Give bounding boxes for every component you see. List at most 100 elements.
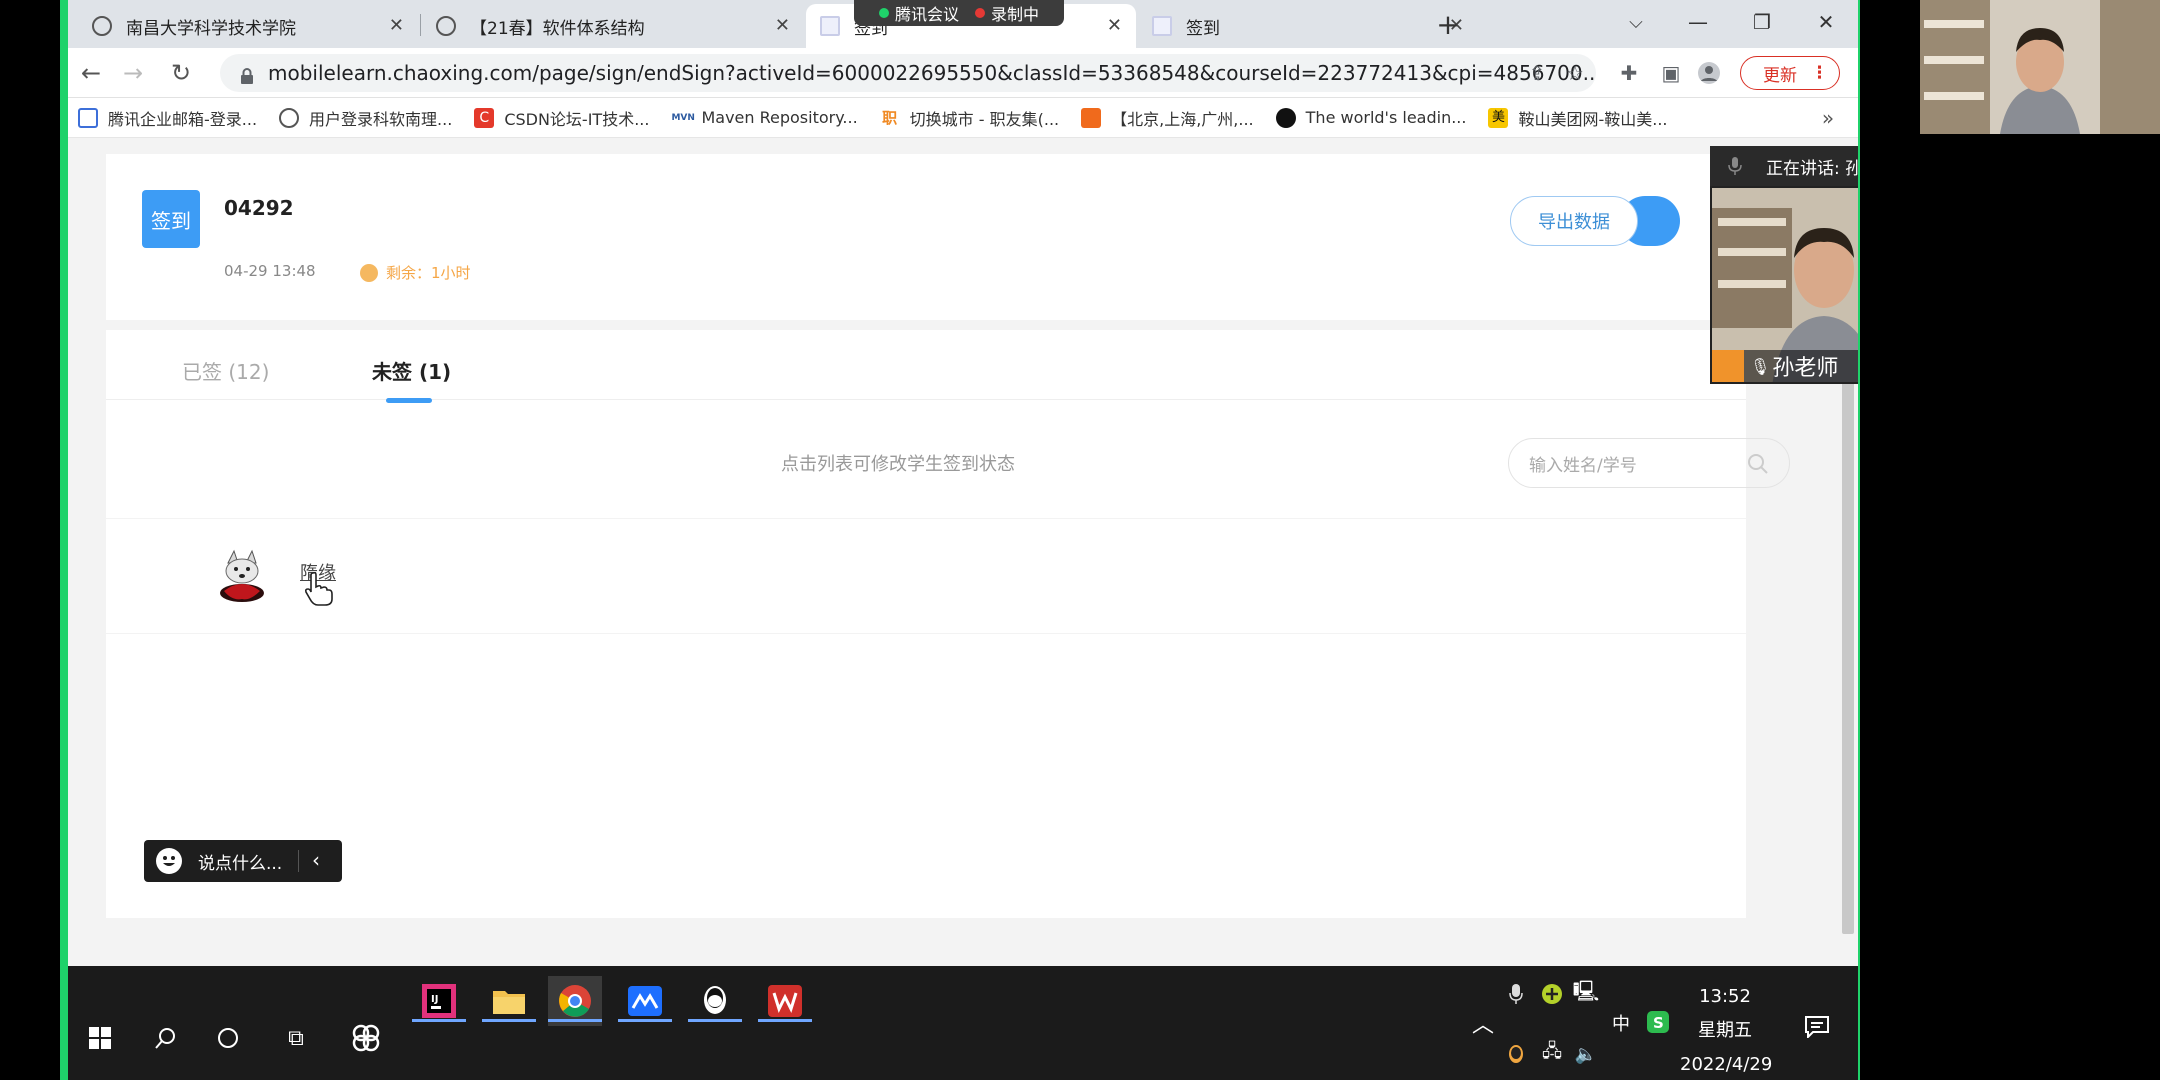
svg-text:S: S bbox=[1653, 1014, 1664, 1032]
speaking-label: 正在讲话: 孙老师; bbox=[1766, 158, 1858, 179]
window-controls: — ❐ ✕ bbox=[1666, 0, 1858, 44]
remaining-time: 剩余：1小时 bbox=[360, 262, 471, 283]
bookmark-item[interactable]: 【北京,上海,广州,... bbox=[1081, 106, 1254, 130]
bookmark-item[interactable]: 腾讯企业邮箱-登录... bbox=[78, 106, 257, 130]
address-bar[interactable]: mobilelearn.chaoxing.com/page/sign/endSi… bbox=[220, 54, 1596, 92]
meeting-app-label: 腾讯会议 bbox=[894, 5, 959, 24]
search-input[interactable]: 输入姓名/学号 bbox=[1508, 438, 1790, 488]
network-tray-icon[interactable]: 🖧 bbox=[1538, 1040, 1566, 1068]
participant-video[interactable]: 🎙 孙老师 bbox=[1710, 186, 1858, 384]
bookmark-label: 【北京,上海,广州,... bbox=[1111, 109, 1254, 129]
maven-icon: MVN bbox=[671, 112, 695, 123]
task-view-icon[interactable]: ⧉ bbox=[276, 1018, 316, 1058]
list-hint: 点击列表可修改学生签到状态 bbox=[781, 454, 1015, 475]
page-icon bbox=[1152, 16, 1172, 36]
share-icon[interactable]: ⇪ bbox=[1524, 60, 1550, 86]
notification-icon[interactable] bbox=[1800, 1010, 1834, 1044]
search-placeholder: 输入姓名/学号 bbox=[1529, 455, 1637, 476]
bookmark-item[interactable]: C CSDN论坛-IT技术... bbox=[474, 106, 649, 130]
mic-tray-icon[interactable] bbox=[1502, 980, 1530, 1008]
bookmark-item[interactable]: 职切换城市 - 职友集(... bbox=[880, 106, 1059, 130]
tab-nanchang[interactable]: 南昌大学科学技术学院 ✕ bbox=[78, 4, 418, 48]
profile-icon[interactable] bbox=[1696, 60, 1722, 86]
tray-expand-icon[interactable]: ︿ bbox=[1468, 1008, 1498, 1038]
sogou-icon[interactable]: S bbox=[1644, 1008, 1672, 1036]
taskbar: ⧉ IJ 🖳 ︿ 中 S 🖧 🔈 13:52 星期五 2022/4/29 bbox=[68, 966, 1858, 1080]
search-icon[interactable] bbox=[1747, 453, 1769, 475]
meituan-icon: 美 bbox=[1488, 107, 1509, 128]
mail-icon bbox=[78, 107, 98, 128]
update-button[interactable]: 更新 ⋮ bbox=[1740, 56, 1840, 90]
tab-unsigned[interactable]: 未签 (1) bbox=[372, 356, 451, 385]
sign-header-card bbox=[106, 154, 1746, 320]
tab-signed[interactable]: 已签 (12) bbox=[182, 356, 269, 385]
running-indicator bbox=[482, 1019, 536, 1022]
minimize-icon[interactable]: — bbox=[1666, 0, 1730, 44]
sign-time: 04-29 13:48 bbox=[224, 262, 316, 280]
meeting-indicator[interactable]: 腾讯会议 录制中 bbox=[854, 0, 1064, 26]
sidepanel-icon[interactable]: ▣ bbox=[1658, 60, 1684, 86]
reload-icon[interactable]: ↻ bbox=[166, 58, 196, 88]
close-icon[interactable]: ✕ bbox=[775, 15, 790, 36]
bookmark-label: 腾讯企业邮箱-登录... bbox=[108, 109, 258, 129]
chat-placeholder: 说点什么... bbox=[198, 853, 283, 874]
sign-badge: 签到 bbox=[142, 190, 200, 248]
screen: { "browser": { "tabs": [ {"title": "南昌大学… bbox=[0, 0, 2160, 1080]
sign-status-tabs: 已签 (12) 未签 (1) bbox=[106, 330, 1746, 403]
bookmark-item[interactable]: MVN Maven Repository... bbox=[671, 108, 857, 128]
more-bookmarks-icon[interactable]: » bbox=[1816, 106, 1840, 130]
more-menu-icon: ⋮ bbox=[1811, 63, 1828, 83]
display-tray-icon[interactable]: 🖳 bbox=[1572, 979, 1600, 1008]
search-icon[interactable] bbox=[146, 1018, 186, 1058]
lock-icon bbox=[240, 65, 254, 84]
emoji-icon[interactable] bbox=[156, 848, 182, 874]
tab-title: 签到 bbox=[1186, 18, 1220, 39]
bookmark-label: CSDN论坛-IT技术... bbox=[504, 109, 650, 129]
csdn-icon: C bbox=[474, 107, 495, 128]
tab-software-arch[interactable]: 【21春】软件体系结构 ✕ bbox=[422, 4, 804, 48]
bookmark-item[interactable]: 美鞍山美团网-鞍山美... bbox=[1488, 106, 1668, 130]
close-icon[interactable]: ✕ bbox=[389, 15, 404, 36]
windows-start-icon[interactable] bbox=[80, 1018, 120, 1058]
tab-search-chevron-icon[interactable]: ⌵ bbox=[1620, 6, 1652, 38]
bookmark-label: Maven Repository... bbox=[701, 108, 858, 127]
forward-icon[interactable]: → bbox=[118, 58, 148, 88]
system-clock[interactable]: 13:52 星期五 2022/4/29 bbox=[1680, 980, 1773, 1080]
share-frame-left bbox=[60, 0, 68, 1080]
video-feed bbox=[1920, 0, 2160, 134]
app-pinwheel-icon[interactable] bbox=[344, 1016, 388, 1060]
running-indicator bbox=[758, 1019, 812, 1022]
extensions-icon[interactable]: ✚ bbox=[1616, 60, 1642, 86]
self-video[interactable] bbox=[1920, 0, 2160, 134]
bookmark-star-icon[interactable]: ☆ bbox=[1562, 60, 1588, 86]
update-label: 更新 bbox=[1763, 65, 1797, 86]
restore-icon[interactable]: ❐ bbox=[1730, 0, 1794, 44]
chevron-left-icon[interactable]: ‹ bbox=[312, 848, 320, 872]
bookmark-item[interactable]: 用户登录科软南理... bbox=[279, 106, 452, 130]
running-indicator bbox=[618, 1019, 672, 1022]
bookmark-item[interactable]: The world's leadin... bbox=[1275, 107, 1466, 128]
add-tray-icon[interactable] bbox=[1538, 980, 1566, 1008]
close-icon[interactable]: ✕ bbox=[1107, 15, 1122, 36]
jobui-icon: 职 bbox=[882, 108, 898, 127]
cortana-icon[interactable] bbox=[208, 1018, 248, 1058]
participant-name: 孙老师 bbox=[1772, 356, 1839, 381]
meeting-status-icon bbox=[878, 8, 889, 18]
svg-text:IJ: IJ bbox=[431, 994, 438, 1005]
scrollbar[interactable] bbox=[1842, 374, 1854, 934]
window-close-icon[interactable]: ✕ bbox=[1794, 0, 1858, 44]
chat-input[interactable]: 说点什么... ‹ bbox=[144, 840, 342, 882]
ime-indicator[interactable]: 中 bbox=[1606, 1008, 1636, 1038]
qq-tray-icon[interactable] bbox=[1502, 1040, 1530, 1068]
tab-sign[interactable]: 签到 ✕ bbox=[1138, 4, 1478, 48]
speaker-indicator: 正在讲话: 孙老师; bbox=[1710, 146, 1858, 186]
tab-title: 南昌大学科学技术学院 bbox=[126, 18, 296, 39]
new-tab-icon[interactable]: + bbox=[1432, 8, 1464, 41]
volume-tray-icon[interactable]: 🔈 bbox=[1572, 1040, 1600, 1068]
list-item[interactable]: 隋缘 bbox=[106, 518, 1746, 634]
export-button[interactable]: 导出数据 bbox=[1510, 196, 1638, 246]
back-icon[interactable]: ← bbox=[76, 58, 106, 88]
clock-date: 2022/4/29 bbox=[1680, 1054, 1773, 1075]
tab-separator bbox=[420, 14, 421, 36]
clock-time: 13:52 bbox=[1699, 986, 1751, 1007]
